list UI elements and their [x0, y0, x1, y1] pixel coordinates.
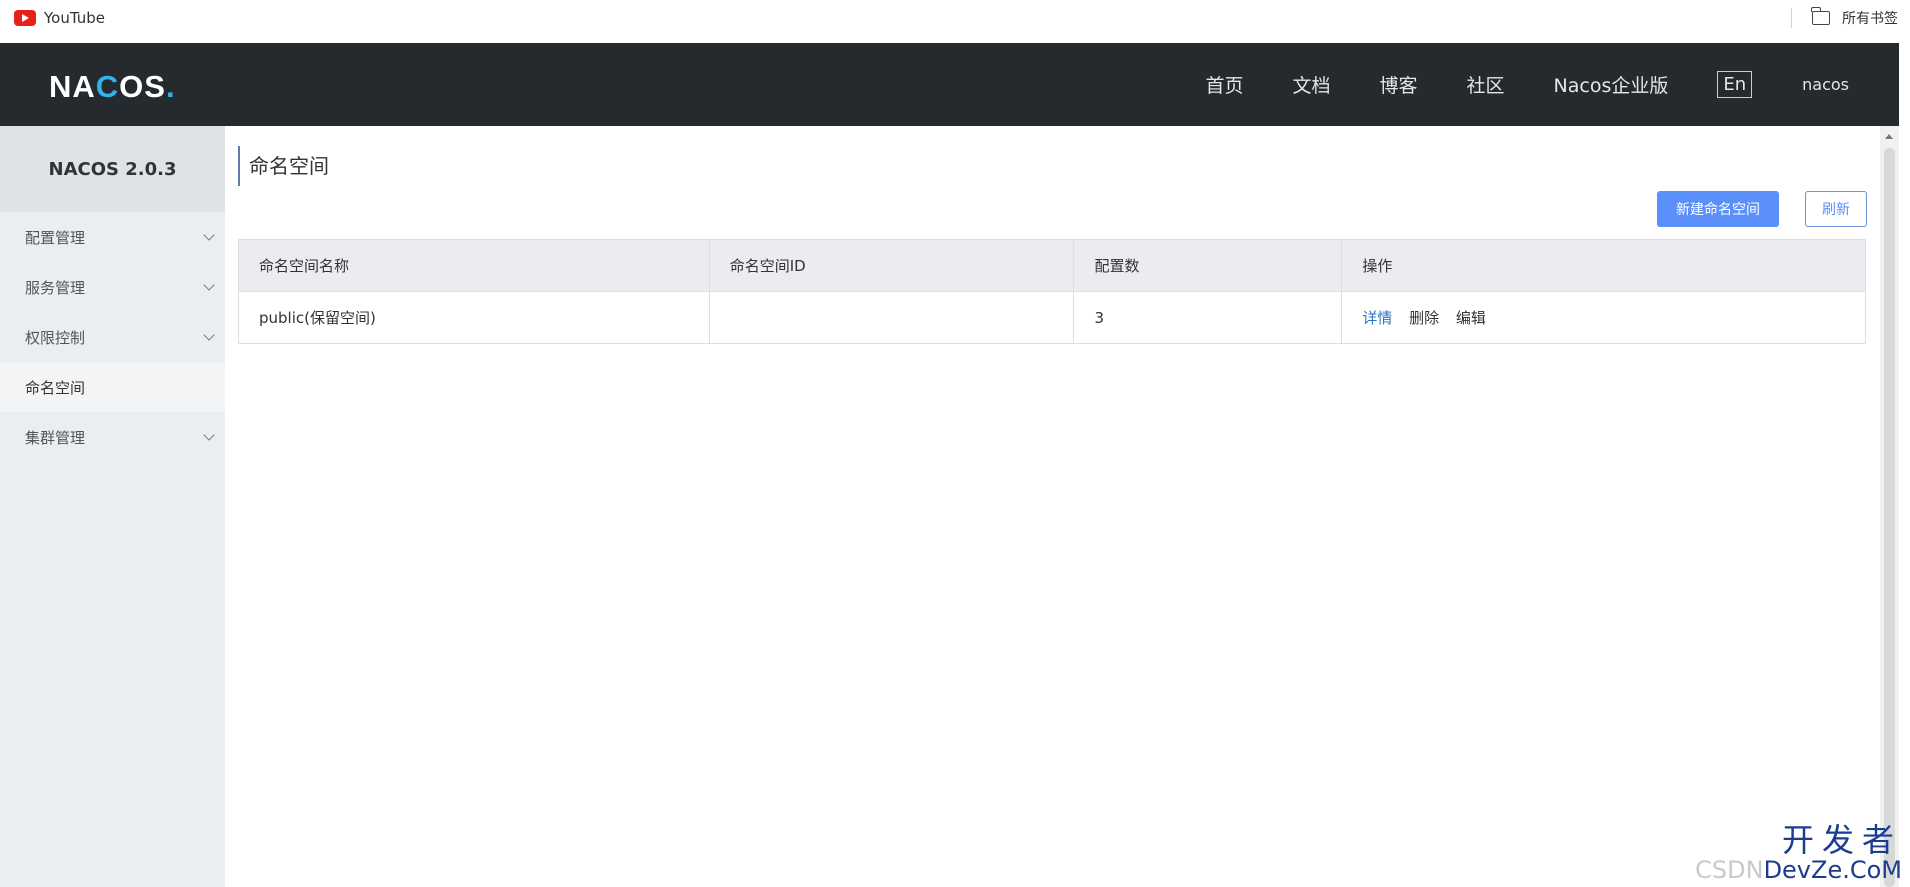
sidebar-item-cluster[interactable]: 集群管理: [0, 412, 225, 462]
logo-text-1: NA: [49, 69, 96, 104]
refresh-button[interactable]: 刷新: [1805, 191, 1867, 227]
cell-operations: 详情 删除 编辑: [1341, 291, 1866, 344]
bookmarks-divider: [1791, 8, 1792, 28]
logo-text-2: C: [95, 69, 120, 104]
nav-link-enterprise[interactable]: Nacos企业版: [1554, 71, 1669, 98]
bookmarks-bar: YouTube 所有书签: [0, 0, 1910, 43]
page-title: 命名空间: [238, 146, 329, 186]
detail-link[interactable]: 详情: [1362, 309, 1392, 327]
chevron-down-icon: [203, 228, 215, 241]
new-namespace-button[interactable]: 新建命名空间: [1657, 191, 1779, 227]
table-header-row: 命名空间名称 命名空间ID 配置数 操作: [238, 239, 1866, 292]
column-header-count: 配置数: [1073, 239, 1343, 292]
watermark: 开发者 CSDNDevZe.CoM: [1695, 823, 1902, 883]
sidebar: NACOS 2.0.3 配置管理 服务管理 权限控制 命名空间 集群管理: [0, 126, 225, 887]
nav-link-home[interactable]: 首页: [1205, 71, 1243, 98]
cell-config-count: 3: [1073, 291, 1343, 344]
youtube-icon: [14, 10, 36, 26]
watermark-dev: DevZe.CoM: [1763, 856, 1902, 884]
table-row: public(保留空间) 3 详情 删除 编辑: [238, 291, 1866, 344]
main-content: 命名空间 新建命名空间 刷新 命名空间名称 命名空间ID 配置数 操作 publ…: [225, 126, 1880, 887]
bookmark-youtube[interactable]: YouTube: [14, 0, 105, 36]
cell-namespace-name: public(保留空间): [238, 291, 710, 344]
sidebar-title: NACOS 2.0.3: [0, 126, 225, 212]
watermark-top: 开发者: [1781, 821, 1902, 859]
nav-link-docs[interactable]: 文档: [1292, 71, 1330, 98]
top-navbar: NACOS. 首页 文档 博客 社区 Nacos企业版 En nacos: [0, 43, 1899, 126]
logo-dot: .: [165, 69, 176, 104]
sidebar-item-label: 集群管理: [25, 428, 86, 447]
column-header-name: 命名空间名称: [238, 239, 710, 292]
chevron-down-icon: [203, 328, 215, 341]
nav-link-blog[interactable]: 博客: [1379, 71, 1417, 98]
vertical-scrollbar[interactable]: [1880, 126, 1899, 887]
sidebar-item-service[interactable]: 服务管理: [0, 262, 225, 312]
sidebar-item-namespace[interactable]: 命名空间: [0, 362, 225, 412]
cell-namespace-id: [708, 291, 1075, 344]
logo-text-3: OS: [119, 69, 166, 104]
scroll-thumb[interactable]: [1884, 148, 1895, 887]
column-header-ops: 操作: [1341, 239, 1866, 292]
namespace-table: 命名空间名称 命名空间ID 配置数 操作 public(保留空间) 3 详情 删…: [238, 239, 1866, 344]
sidebar-item-label: 权限控制: [25, 328, 86, 347]
nav-link-community[interactable]: 社区: [1467, 71, 1505, 98]
sidebar-item-label: 配置管理: [25, 228, 86, 247]
watermark-bottom: CSDNDevZe.CoM: [1695, 857, 1902, 883]
scroll-up-arrow-icon[interactable]: [1885, 134, 1893, 139]
bookmark-youtube-label: YouTube: [44, 9, 105, 27]
delete-link[interactable]: 删除: [1409, 309, 1439, 327]
sidebar-item-config[interactable]: 配置管理: [0, 212, 225, 262]
chevron-down-icon: [203, 278, 215, 291]
sidebar-item-auth[interactable]: 权限控制: [0, 312, 225, 362]
language-switch[interactable]: En: [1717, 71, 1753, 98]
chevron-down-icon: [203, 428, 215, 441]
user-menu[interactable]: nacos: [1802, 75, 1849, 94]
folder-icon: [1811, 7, 1830, 25]
edit-link[interactable]: 编辑: [1456, 309, 1486, 327]
watermark-csdn: CSDN: [1695, 856, 1764, 884]
column-header-id: 命名空间ID: [708, 239, 1075, 292]
bookmark-all-label: 所有书签: [1842, 11, 1898, 27]
nav-links: 首页 文档 博客 社区 Nacos企业版 En nacos: [1205, 43, 1899, 126]
nacos-logo[interactable]: NACOS.: [49, 69, 176, 105]
sidebar-item-label: 命名空间: [25, 378, 86, 397]
bookmark-all[interactable]: 所有书签: [1811, 0, 1898, 36]
sidebar-item-label: 服务管理: [25, 278, 86, 297]
